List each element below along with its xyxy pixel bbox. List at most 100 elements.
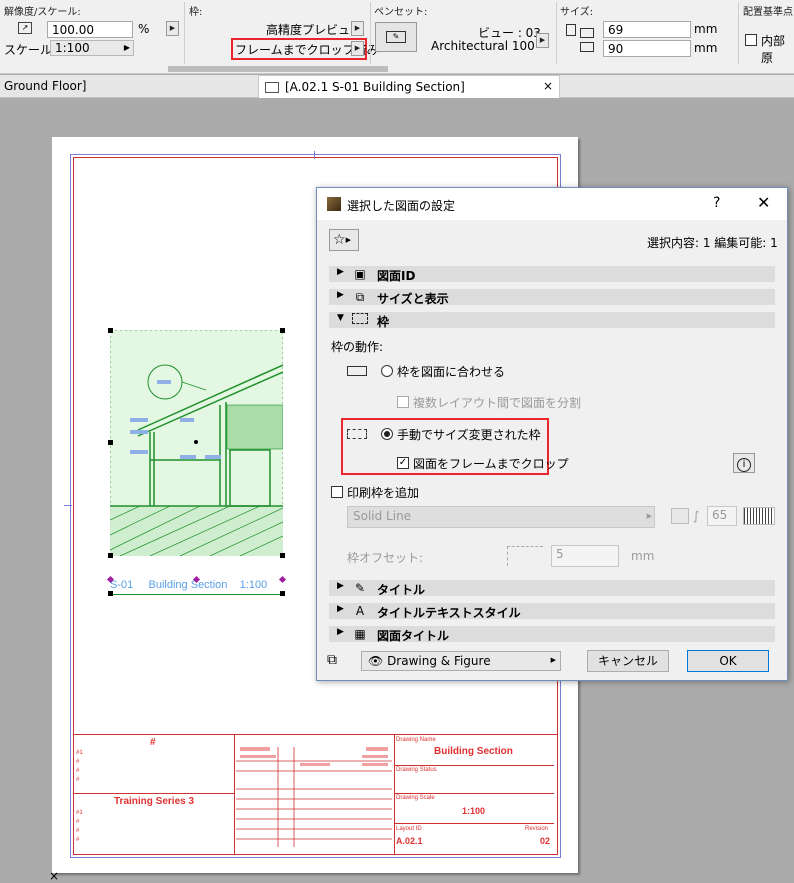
group-label: タイトルテキストスタイル <box>377 606 521 620</box>
selection-handle[interactable] <box>108 553 113 558</box>
size-display-icon: ⧉ <box>355 290 365 304</box>
center-mark <box>314 151 315 159</box>
chevron-right-icon: ▶ <box>345 236 351 244</box>
dialog-body: ☆▶ 選択内容: 1 編集可能: 1 ▶ ▣ 図面ID ▶ ⧉ サイズと表示 ▼… <box>317 220 787 680</box>
drawing-title-line <box>110 594 284 595</box>
split-checkbox[interactable] <box>397 396 409 408</box>
title-handle[interactable] <box>108 591 113 596</box>
separator <box>184 2 185 64</box>
info-button[interactable]: i <box>733 453 755 473</box>
frame-offset-unit: mm <box>631 549 655 563</box>
group-size-display[interactable]: ▶ ⧉ サイズと表示 <box>329 289 775 306</box>
tab-close-icon[interactable]: × <box>543 79 553 93</box>
penset-arrow-button[interactable]: ▶ <box>536 33 549 48</box>
pen-color-swatch[interactable] <box>743 507 775 525</box>
tab-ground-floor[interactable]: Ground Floor] <box>4 79 87 93</box>
group-title-text-style[interactable]: ▶ A タイトルテキストスタイル <box>329 603 775 620</box>
size-icon <box>566 24 596 54</box>
tab-building-section[interactable]: [A.02.1 S-01 Building Section] × <box>258 75 560 98</box>
group-drawing-id[interactable]: ▶ ▣ 図面ID <box>329 266 775 283</box>
preview-option[interactable]: 高精度プレビュー <box>266 21 362 38</box>
text-style-icon: A <box>355 604 365 618</box>
inner-origin-label: 内部原 <box>761 34 786 65</box>
anchor-label: 配置基準点 <box>743 7 793 18</box>
divider <box>394 735 395 855</box>
fit-frame-radio[interactable] <box>381 365 393 377</box>
layers-icon: ⧉ <box>327 652 337 668</box>
resolution-arrow-button[interactable]: ▶ <box>166 21 179 36</box>
frame-offset-input[interactable]: 5 <box>551 545 619 567</box>
group-title[interactable]: ▶ ✎ タイトル <box>329 580 775 597</box>
separator <box>370 2 371 64</box>
selection-handle[interactable] <box>280 328 285 333</box>
selection-info: 選択内容: 1 編集可能: 1 <box>647 236 778 250</box>
dialog-titlebar[interactable]: 選択した図面の設定 ? ✕ <box>317 188 787 220</box>
manual-frame-radio[interactable] <box>381 428 393 440</box>
ok-button[interactable]: OK <box>687 650 769 672</box>
pen-selector-icon[interactable] <box>671 508 689 524</box>
add-print-frame-label: 印刷枠を追加 <box>347 486 420 500</box>
scale-dropdown[interactable]: 1:100 ▶ <box>50 40 134 56</box>
group-label: サイズと表示 <box>377 292 449 306</box>
preview-arrow-button[interactable]: ▶ <box>351 21 364 36</box>
tb-hash: # <box>150 737 156 748</box>
group-drawing-title[interactable]: ▶ ▦ 図面タイトル <box>329 626 775 643</box>
close-icon[interactable]: ✕ <box>757 193 770 212</box>
help-button[interactable]: ? <box>713 195 720 211</box>
tb-drawing-status-label: Drawing Status <box>396 767 437 773</box>
divider <box>74 793 234 794</box>
line-type-value: Solid Line <box>353 509 412 523</box>
line-type-dropdown[interactable]: Solid Line ▶ <box>347 506 655 528</box>
tb-revision-grid <box>236 747 392 847</box>
layer-dropdown[interactable]: 👁 Drawing & Figure ▶ <box>361 651 561 671</box>
add-print-frame-checkbox[interactable] <box>331 486 343 498</box>
section-drawing[interactable] <box>109 329 284 557</box>
cancel-button[interactable]: キャンセル <box>587 650 669 672</box>
sheet-corner-close-icon[interactable]: × <box>49 869 59 883</box>
tb-layout-id-label: Layout ID <box>396 826 422 832</box>
favorites-button[interactable]: ☆▶ <box>329 229 359 251</box>
inner-origin-checkbox[interactable] <box>745 34 757 46</box>
eye-icon: 👁 <box>368 654 384 668</box>
split-label: 複数レイアウト間で図面を分割 <box>413 396 582 410</box>
width-unit: mm <box>694 22 718 36</box>
fit-frame-icon <box>347 366 367 376</box>
crop-arrow-button[interactable]: ▶ <box>351 41 364 56</box>
pen-input[interactable]: 65 <box>707 506 737 526</box>
selection-handle[interactable] <box>108 328 113 333</box>
tb-hash-rows: #1 # # # <box>76 749 83 785</box>
group-label: タイトル <box>377 583 426 597</box>
title-icon: ✎ <box>354 581 366 595</box>
divider <box>394 793 554 794</box>
center-mark <box>64 505 72 506</box>
selected-drawing-settings-dialog: 選択した図面の設定 ? ✕ ☆▶ 選択内容: 1 編集可能: 1 ▶ ▣ 図面I… <box>316 187 788 681</box>
frame-offset-label: 枠オフセット: <box>347 551 424 565</box>
group-frame[interactable]: ▼ 枠 <box>329 312 775 329</box>
selection-handle[interactable] <box>108 440 113 445</box>
title-block: # #1 # # # Training Series 3 #1 # # # Dr… <box>74 734 557 855</box>
selection-handle[interactable] <box>280 553 285 558</box>
expand-arrow-icon: ▶ <box>337 581 344 591</box>
resolution-input[interactable]: 100.00 <box>47 21 133 38</box>
group-label: 枠 <box>377 315 390 329</box>
penset-button[interactable]: ✎ <box>375 22 417 52</box>
scale-label: スケール: <box>4 43 57 57</box>
height-input[interactable]: 90 <box>603 40 691 57</box>
width-input[interactable]: 69 <box>603 21 691 38</box>
infobox-scrollbar[interactable] <box>168 66 388 72</box>
dialog-title: 選択した図面の設定 <box>347 199 456 213</box>
group-label: 図面ID <box>377 269 416 283</box>
frame-behavior-label: 枠の動作: <box>331 340 384 354</box>
manual-frame-label: 手動でサイズ変更された枠 <box>397 428 541 442</box>
tb-row: # <box>76 828 80 834</box>
crop-to-frame-checkbox[interactable]: ✓ <box>397 457 409 469</box>
tb-drawing-name-label: Drawing Name <box>396 737 436 743</box>
title-handle[interactable] <box>280 591 285 596</box>
crop-to-frame-label: 図面をフレームまでクロップ <box>413 457 569 471</box>
scale-chevron-icon: ▶ <box>123 43 130 52</box>
fit-frame-label: 枠を図面に合わせる <box>397 365 506 379</box>
tb-row: #1 <box>76 750 83 756</box>
pen-weight-icon: ∫ <box>693 509 700 523</box>
penset-label: ペンセット: <box>374 7 428 18</box>
scale-value: 1:100 <box>55 41 90 55</box>
